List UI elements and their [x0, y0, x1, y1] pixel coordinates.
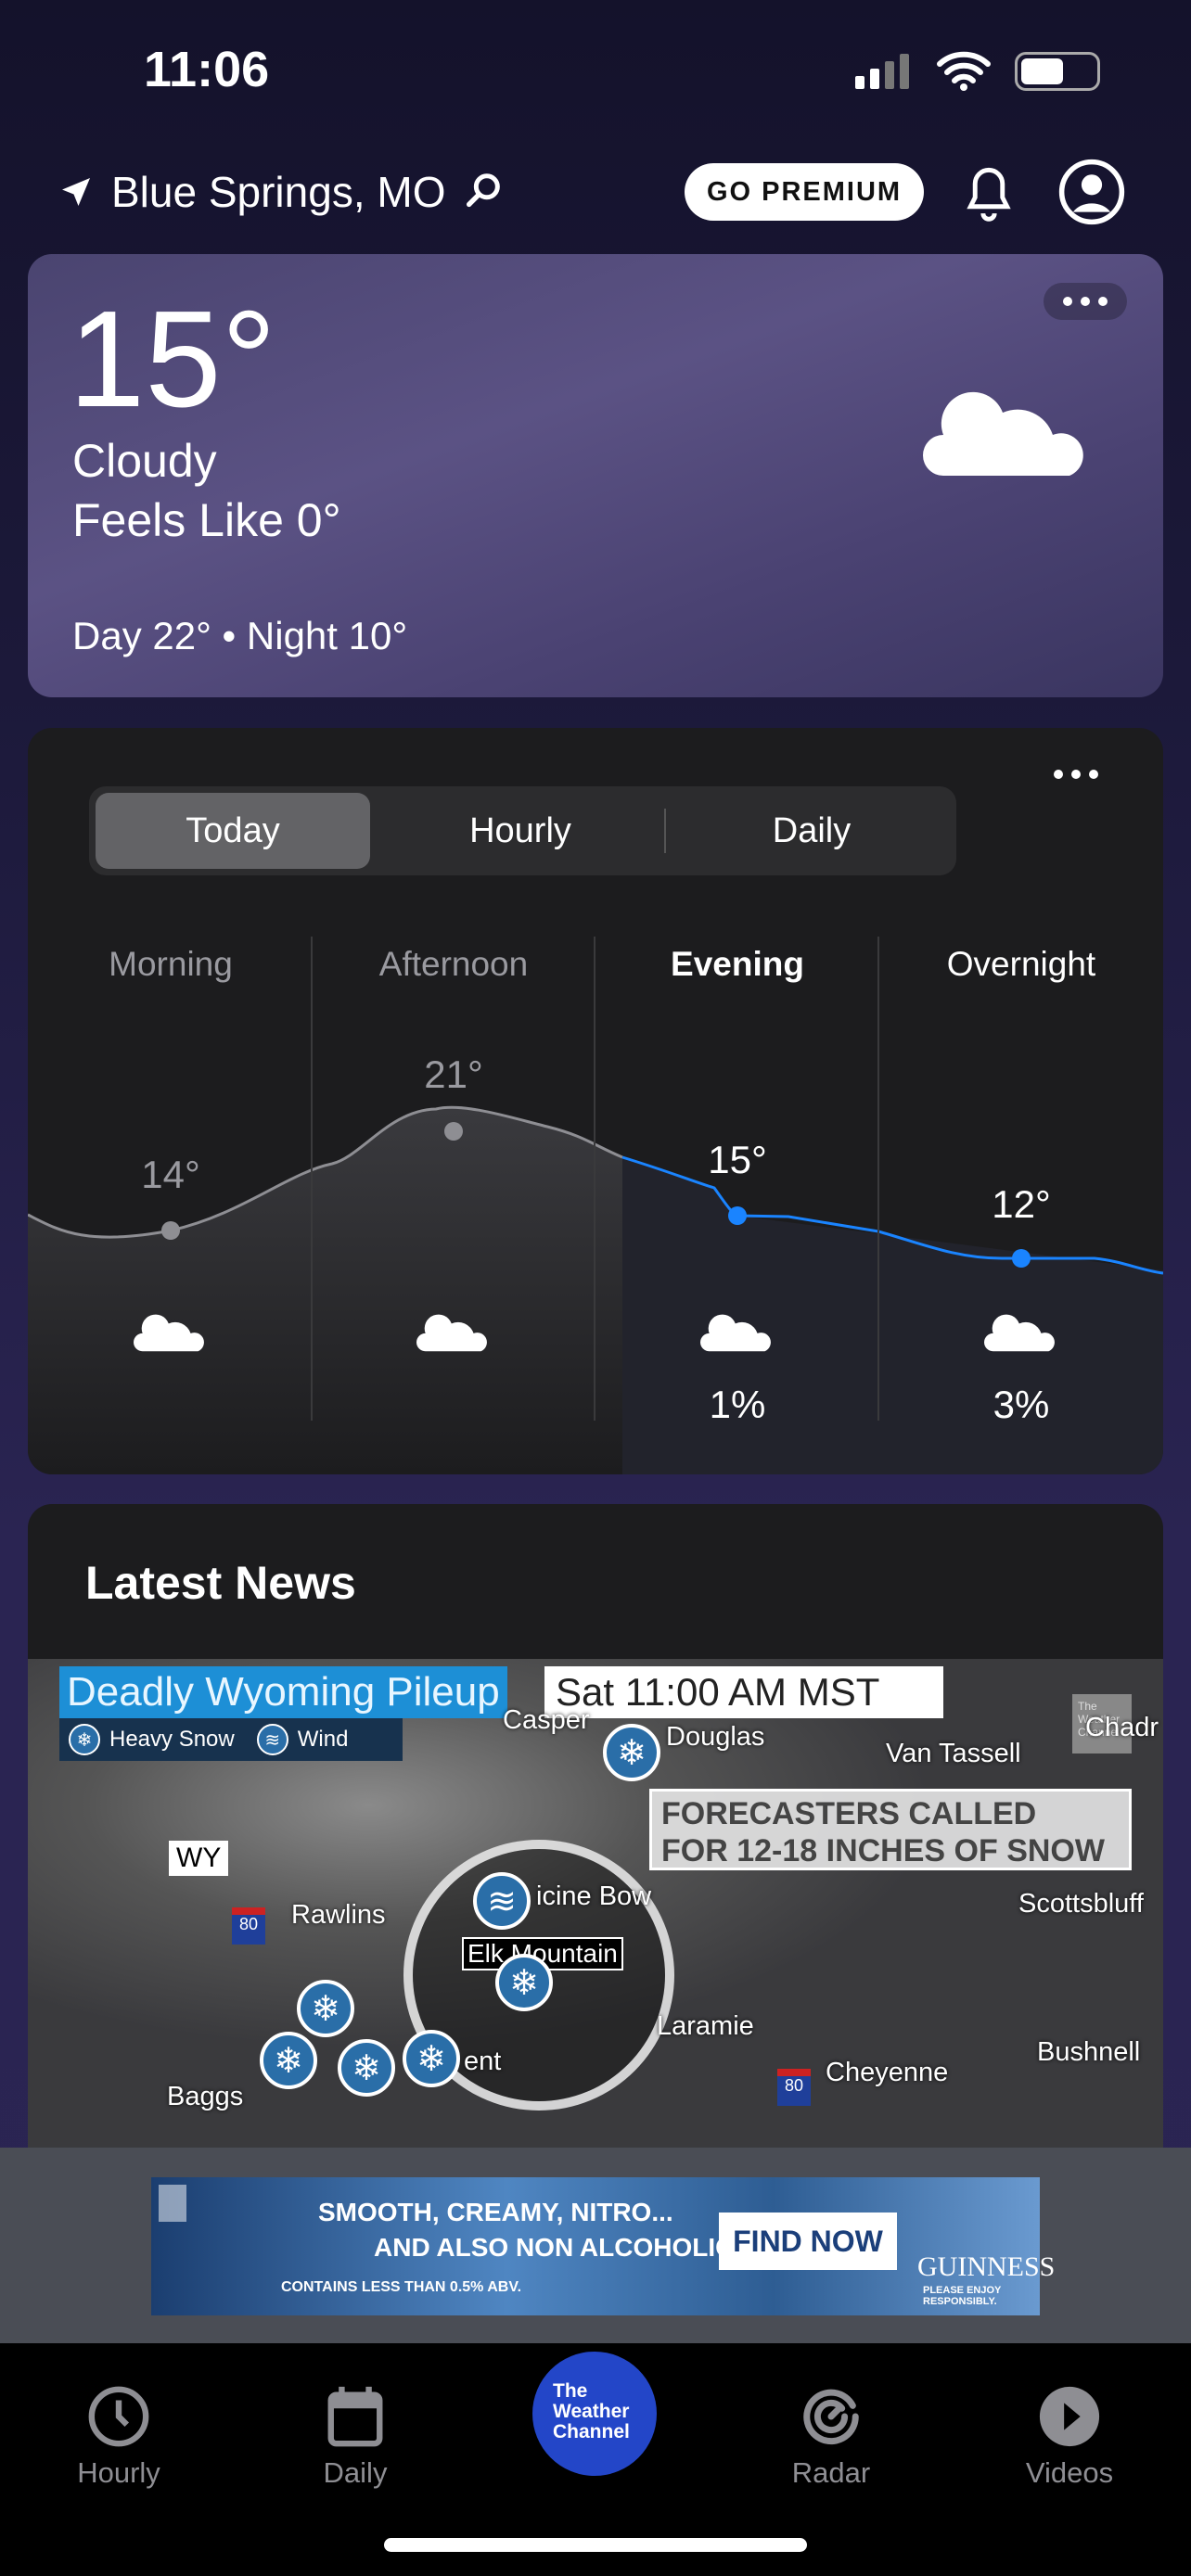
map-legend: ❄ Heavy Snow ≋ Wind	[59, 1718, 403, 1761]
map-label: Bushnell	[1037, 2037, 1141, 2067]
temp-point-afternoon	[444, 1122, 463, 1141]
temp-point-evening	[728, 1206, 747, 1225]
temp-evening: 15°	[708, 1138, 767, 1181]
callout-line: FOR 12-18 INCHES OF SNOW	[661, 1833, 1105, 1868]
temp-overnight: 12°	[992, 1182, 1051, 1226]
temperature-curve	[28, 937, 1163, 1474]
radar-icon	[803, 2389, 859, 2445]
profile-icon[interactable]	[1057, 158, 1126, 226]
tab-videos-nav[interactable]: Videos	[977, 2384, 1162, 2490]
temp-point-morning	[161, 1221, 180, 1240]
ad-text: CONTAINS LESS THAN 0.5% ABV.	[281, 2279, 522, 2295]
clock-icon	[88, 2386, 149, 2447]
tab-label: Videos	[1025, 2456, 1114, 2489]
video-time: Sat 11:00 AM MST	[544, 1666, 943, 1718]
map-label: Scottsbluff	[1018, 1889, 1144, 1919]
forecast-card: Today Hourly Daily Morning Afternoon Eve…	[28, 728, 1163, 1474]
ad-choices-icon[interactable]	[159, 2185, 186, 2222]
snowflake-icon: ❄	[495, 1954, 553, 2011]
calendar-icon	[327, 2386, 383, 2447]
map-label: icine Bow	[536, 1881, 652, 1911]
snowflake-icon: ❄	[297, 1980, 354, 2037]
video-headline: Deadly Wyoming Pileup	[59, 1666, 507, 1718]
feels-like: Feels Like 0°	[72, 494, 341, 546]
tab-hourly-nav[interactable]: Hourly	[26, 2384, 211, 2490]
location-name: Blue Springs, MO	[111, 168, 446, 216]
map-label: Chadr	[1085, 1713, 1159, 1742]
period-evening: Evening	[671, 945, 804, 983]
ad-banner[interactable]: SMOOTH, CREAMY, NITRO... AND ALSO NON AL…	[151, 2177, 1055, 2315]
weather-channel-logo-button[interactable]: The Weather Channel	[532, 2352, 657, 2476]
bell-icon[interactable]	[961, 163, 1017, 223]
snowflake-icon: ❄	[403, 2030, 460, 2087]
map-label: Cheyenne	[826, 2058, 949, 2087]
location-selector[interactable]: Blue Springs, MO	[58, 167, 505, 217]
cloud-icon	[700, 1314, 771, 1352]
legend-heavy-snow: Heavy Snow	[109, 1727, 235, 1752]
news-section-title: Latest News	[85, 1557, 356, 1609]
wifi-icon	[937, 51, 991, 91]
cloud-icon	[923, 391, 1083, 476]
wind-icon: ≋	[473, 1872, 531, 1930]
precip-overnight: 3%	[992, 1383, 1050, 1426]
snowflake-icon: ❄	[338, 2039, 395, 2097]
cloud-icon	[984, 1314, 1055, 1352]
period-overnight: Overnight	[946, 945, 1096, 983]
news-video-thumbnail[interactable]: Deadly Wyoming Pileup Sat 11:00 AM MST ❄…	[28, 1659, 1163, 2148]
signal-icon	[855, 54, 909, 89]
map-callout: FORECASTERS CALLED FOR 12-18 INCHES OF SN…	[649, 1789, 1132, 1870]
tab-label: Radar	[791, 2456, 871, 2489]
tab-bar: Hourly Daily The Weather Channel Radar Vid…	[0, 2343, 1191, 2576]
callout-line: FORECASTERS CALLED	[661, 1796, 1037, 1831]
map-label: ent	[464, 2047, 502, 2076]
logo-text: Weather	[553, 2401, 630, 2422]
tab-label: Hourly	[77, 2456, 160, 2489]
map-label: Laramie	[657, 2011, 754, 2041]
logo-text: Channel	[553, 2421, 630, 2442]
period-morning: Morning	[109, 945, 233, 983]
day-night-temps: Day 22° • Night 10°	[72, 614, 408, 657]
tab-daily-nav[interactable]: Daily	[263, 2384, 448, 2490]
logo-text: The	[553, 2380, 588, 2402]
tab-radar-nav[interactable]: Radar	[738, 2384, 924, 2490]
current-temp: 15°	[69, 283, 276, 436]
map-label: Rawlins	[291, 1900, 386, 1930]
temp-afternoon: 21°	[424, 1052, 483, 1096]
snowflake-icon: ❄	[69, 1724, 100, 1755]
condition: Cloudy	[72, 435, 217, 487]
snowflake-icon: ❄	[260, 2032, 317, 2089]
play-icon	[1039, 2386, 1100, 2447]
temp-point-overnight	[1012, 1249, 1031, 1268]
ad-text: SMOOTH, CREAMY, NITRO...	[318, 2198, 673, 2226]
ad-text: AND ALSO NON ALCOHOLIC	[374, 2233, 735, 2262]
interstate-shield: 80	[232, 1907, 265, 1945]
ad-brand-logo: GUINNESS	[917, 2251, 1056, 2282]
home-indicator	[384, 2538, 807, 2552]
battery-icon	[1015, 52, 1100, 91]
map-label: Van Tassell	[886, 1739, 1021, 1768]
interstate-shield: 80	[777, 2069, 811, 2106]
cloud-icon	[134, 1314, 204, 1352]
map-label: Casper	[503, 1705, 590, 1735]
precip-evening: 1%	[709, 1383, 766, 1426]
wind-icon: ≋	[256, 1724, 288, 1755]
go-premium-button[interactable]: GO PREMIUM	[685, 163, 924, 221]
search-icon[interactable]	[462, 171, 505, 213]
map-label: Douglas	[666, 1722, 765, 1752]
latest-news-card: Latest News Deadly Wyoming Pileup Sat 11…	[28, 1504, 1163, 2148]
more-options-button[interactable]	[1044, 283, 1127, 320]
temp-morning: 14°	[141, 1153, 200, 1196]
tab-label: Daily	[323, 2456, 388, 2489]
current-conditions-card[interactable]: 15° Cloudy Feels Like 0° Day 22° • Night…	[28, 254, 1163, 697]
location-arrow-icon	[62, 178, 90, 206]
period-afternoon: Afternoon	[378, 945, 529, 983]
ad-find-now-button[interactable]: FIND NOW	[719, 2213, 897, 2270]
cloud-icon	[416, 1314, 487, 1352]
snowflake-icon: ❄	[603, 1724, 660, 1781]
status-time: 11:06	[144, 42, 270, 97]
map-label: Baggs	[167, 2082, 244, 2111]
legend-wind: Wind	[297, 1727, 349, 1752]
map-label: WY	[169, 1841, 229, 1876]
ad-text: PLEASE ENJOY RESPONSIBLY.	[923, 2285, 1002, 2307]
